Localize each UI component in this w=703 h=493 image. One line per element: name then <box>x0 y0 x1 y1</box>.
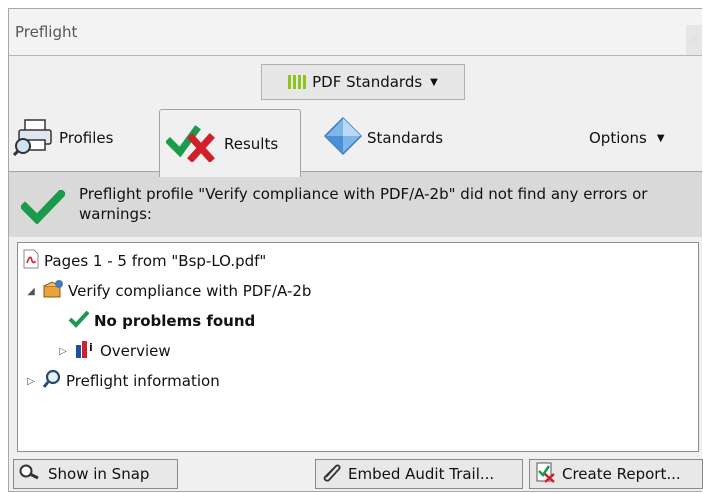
chevron-down-icon: ▼ <box>430 76 438 88</box>
tab-bar: Profiles Results Standards Options ▼ <box>9 105 702 177</box>
show-in-snap-label: Show in Snap <box>48 465 150 483</box>
options-label: Options <box>589 129 647 147</box>
tree-item-pages[interactable]: Pages 1 - 5 from "Bsp-LO.pdf" <box>22 249 266 273</box>
collapsed-triangle-icon[interactable]: ▷ <box>24 376 38 387</box>
options-menu[interactable]: Options ▼ <box>589 105 699 171</box>
bars-icon <box>288 75 307 89</box>
tab-results-label: Results <box>224 134 279 153</box>
report-check-icon <box>534 461 558 487</box>
search-icon <box>18 463 44 485</box>
embed-audit-trail-button[interactable]: Embed Audit Trail... <box>315 459 523 489</box>
show-in-snap-button[interactable]: Show in Snap <box>13 459 178 489</box>
tree-item-overview[interactable]: ▷ i Overview <box>56 339 171 363</box>
check-cross-icon <box>160 122 224 166</box>
overview-chart-icon: i <box>74 339 96 363</box>
magnifier-icon <box>42 369 62 393</box>
collapsed-triangle-icon[interactable]: ▷ <box>56 346 70 357</box>
pdf-standards-dropdown[interactable]: PDF Standards ▼ <box>261 64 465 100</box>
expanded-triangle-icon[interactable]: ◢ <box>24 286 38 297</box>
diamond-icon <box>319 116 367 160</box>
tree-item-label: Pages 1 - 5 from "Bsp-LO.pdf" <box>44 252 267 270</box>
results-tree: Pages 1 - 5 from "Bsp-LO.pdf" ◢ Verify c… <box>17 242 699 452</box>
tab-results[interactable]: Results <box>159 109 301 177</box>
tree-item-label: Overview <box>100 342 171 360</box>
pdf-standards-label: PDF Standards <box>312 73 423 91</box>
green-check-icon <box>19 188 67 228</box>
create-report-label: Create Report... <box>562 465 681 483</box>
tree-item-label: Preflight information <box>66 372 220 390</box>
chevron-down-icon: ▼ <box>656 132 665 144</box>
tree-item-label: Verify compliance with PDF/A-2b <box>68 282 312 300</box>
create-report-button[interactable]: Create Report... <box>529 459 703 489</box>
tree-item-profile[interactable]: ◢ Verify compliance with PDF/A-2b <box>24 279 311 303</box>
tab-standards[interactable]: Standards <box>319 105 479 171</box>
tree-item-info[interactable]: ▷ Preflight information <box>24 369 220 393</box>
svg-text:i: i <box>89 341 93 354</box>
result-message-text: Preflight profile "Verify compliance wit… <box>79 185 648 223</box>
footer-bar: Show in Snap Embed Audit Trail... Create… <box>9 453 703 493</box>
tab-standards-label: Standards <box>367 129 444 147</box>
paperclip-icon <box>320 461 344 487</box>
green-check-icon <box>68 310 90 332</box>
tab-profiles-label: Profiles <box>59 129 114 147</box>
embed-audit-trail-label: Embed Audit Trail... <box>348 465 495 483</box>
preflight-panel: Preflight ✕ PDF Standards ▼ Profiles Res… <box>8 8 703 493</box>
window-title: Preflight <box>15 23 78 41</box>
tree-item-label: No problems found <box>94 312 256 330</box>
close-icon[interactable]: ✕ <box>686 25 702 55</box>
pdf-file-icon <box>22 249 40 273</box>
tab-profiles[interactable]: Profiles <box>12 105 153 171</box>
tree-item-result[interactable]: No problems found <box>68 309 255 333</box>
result-message: Preflight profile "Verify compliance wit… <box>9 171 702 237</box>
title-bar: Preflight ✕ <box>9 9 702 56</box>
printer-search-icon <box>12 116 59 160</box>
profile-box-icon <box>42 279 64 303</box>
